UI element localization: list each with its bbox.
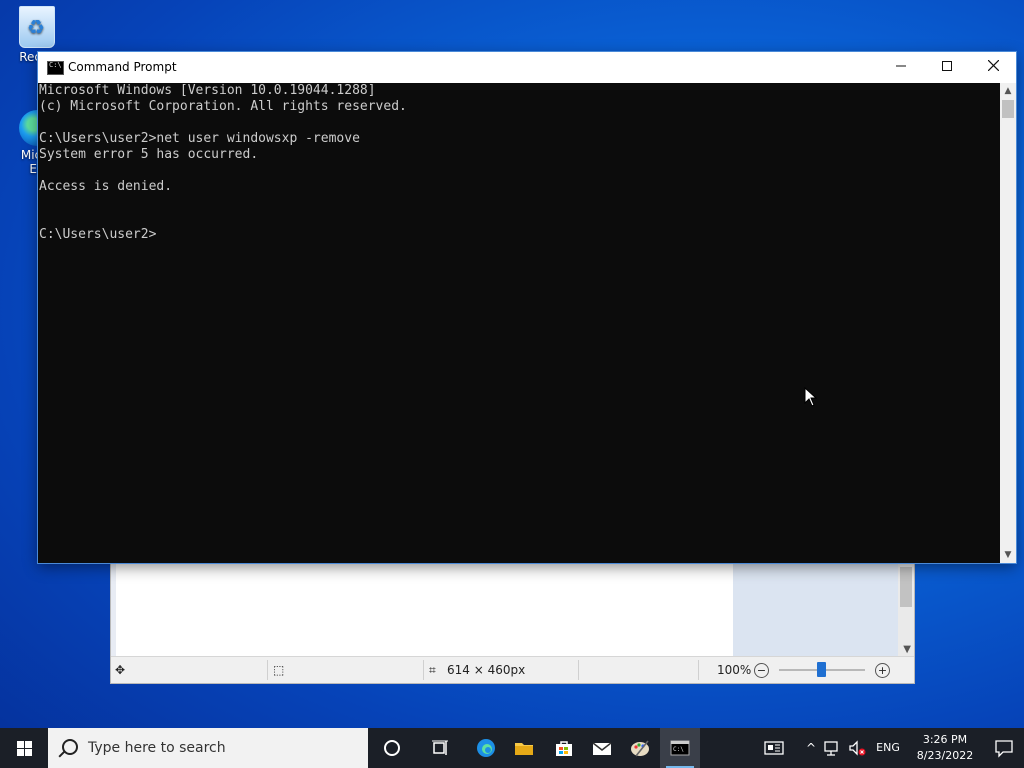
- move-cursor-icon: ✥: [115, 663, 126, 677]
- store-icon: [556, 741, 572, 756]
- show-hidden-icons-button[interactable]: ^: [804, 728, 818, 768]
- volume-button[interactable]: [844, 728, 870, 768]
- paint-canvas[interactable]: [111, 561, 737, 657]
- status-divider: [698, 660, 699, 680]
- news-icon: [764, 741, 784, 755]
- cortana-icon: [384, 740, 400, 756]
- scroll-up-icon[interactable]: ▲: [1000, 83, 1016, 99]
- recycle-bin-icon: [19, 6, 55, 48]
- paint-workspace: [733, 561, 914, 657]
- zoom-level: 100%: [717, 663, 752, 677]
- store-button[interactable]: [544, 728, 584, 768]
- svg-text:C:\: C:\: [673, 746, 684, 753]
- network-button[interactable]: [818, 728, 844, 768]
- terminal-line: Access is denied.: [39, 179, 173, 194]
- scroll-down-icon[interactable]: ▼: [1000, 547, 1016, 563]
- close-button[interactable]: [970, 52, 1016, 83]
- scroll-down-icon[interactable]: ▼: [903, 644, 911, 655]
- paint-vertical-scrollbar[interactable]: ▼: [898, 561, 914, 657]
- network-icon: [824, 741, 838, 756]
- taskbar-search-box[interactable]: Type here to search: [48, 728, 368, 768]
- terminal-line: C:\Users\user2>net user windowsxp -remov…: [39, 131, 360, 146]
- zoom-out-button[interactable]: −: [754, 663, 769, 678]
- maximize-button[interactable]: [924, 52, 970, 83]
- cortana-button[interactable]: [372, 728, 412, 768]
- notification-icon: [995, 740, 1013, 758]
- task-view-icon: [432, 740, 448, 755]
- taskbar-clock[interactable]: 3:26 PM 8/23/2022: [910, 732, 980, 764]
- cmd-app-icon[interactable]: [47, 61, 64, 75]
- terminal-prompt-line[interactable]: C:\Users\user2>: [38, 227, 1000, 243]
- cmd-title-bar[interactable]: Command Prompt: [38, 52, 1016, 83]
- status-divider: [423, 660, 424, 680]
- zoom-slider-thumb[interactable]: [817, 662, 826, 677]
- action-center-button[interactable]: [984, 728, 1024, 768]
- volume-muted-icon: [849, 740, 866, 756]
- terminal-output[interactable]: Microsoft Windows [Version 10.0.19044.12…: [38, 83, 1000, 563]
- maximize-icon: [942, 61, 952, 71]
- input-language[interactable]: ENG: [874, 728, 902, 768]
- close-icon: [987, 59, 999, 72]
- start-button[interactable]: [0, 728, 48, 768]
- windows-start-icon: [17, 741, 32, 756]
- search-placeholder: Type here to search: [88, 740, 226, 756]
- taskbar: Type here to search C:\ ^ ENG 3:26 PM 8/…: [0, 728, 1024, 768]
- mouse-cursor-icon: [804, 387, 818, 407]
- edge-taskbar-button[interactable]: [466, 728, 506, 768]
- minimize-icon: [896, 65, 906, 67]
- cmd-vertical-scrollbar[interactable]: ▲ ▼: [1000, 83, 1016, 563]
- search-icon: [62, 739, 78, 755]
- cmd-icon: C:\: [670, 740, 690, 756]
- terminal-line: System error 5 has occurred.: [39, 147, 259, 162]
- file-explorer-icon: [515, 743, 533, 755]
- cmd-taskbar-button[interactable]: C:\: [660, 728, 700, 768]
- zoom-in-button[interactable]: +: [875, 663, 890, 678]
- selection-size-icon: ⬚: [273, 663, 285, 677]
- paint-taskbar-button[interactable]: [620, 728, 660, 768]
- file-explorer-button[interactable]: [504, 728, 544, 768]
- terminal-line: Microsoft Windows [Version 10.0.19044.12…: [39, 83, 376, 98]
- window-title: Command Prompt: [68, 60, 177, 74]
- status-divider: [267, 660, 268, 680]
- task-view-button[interactable]: [420, 728, 460, 768]
- paint-icon: [631, 740, 649, 757]
- news-and-interests-button[interactable]: [754, 728, 794, 768]
- clock-date: 8/23/2022: [916, 749, 974, 762]
- terminal-line: (c) Microsoft Corporation. All rights re…: [39, 99, 407, 114]
- mail-icon: [592, 742, 612, 755]
- mail-button[interactable]: [582, 728, 622, 768]
- paint-window: ▼ ✥ ⬚ ⌗ 614 × 460px 100% − +: [110, 560, 915, 684]
- image-dimensions: 614 × 460px: [447, 663, 526, 677]
- clock-time: 3:26 PM: [922, 733, 968, 746]
- image-size-icon: ⌗: [429, 663, 436, 677]
- paint-status-bar: ✥ ⬚ ⌗ 614 × 460px 100% − +: [111, 656, 914, 683]
- minimize-button[interactable]: [878, 52, 924, 83]
- edge-icon: [477, 739, 495, 757]
- paint-scroll-thumb[interactable]: [900, 567, 912, 607]
- chevron-up-icon: ^: [805, 741, 817, 755]
- cmd-scroll-thumb[interactable]: [1002, 100, 1014, 118]
- command-prompt-window: Command Prompt Microsoft Windows [Versio…: [38, 52, 1016, 563]
- status-divider: [578, 660, 579, 680]
